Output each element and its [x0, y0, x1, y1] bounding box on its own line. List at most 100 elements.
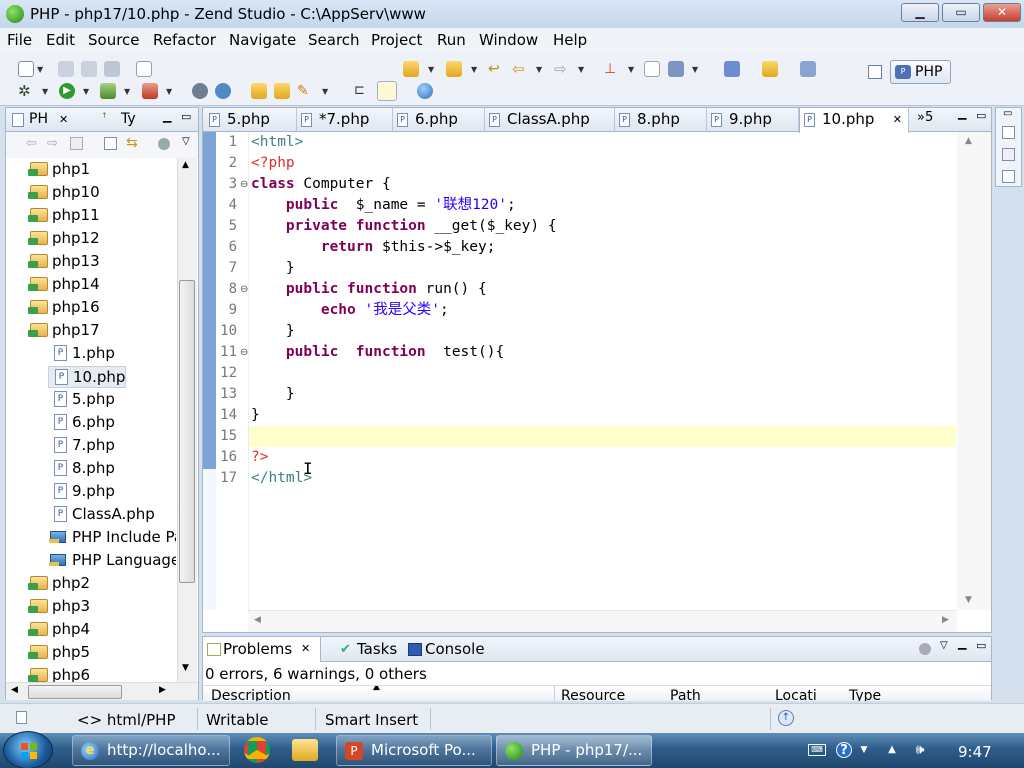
debug-icon[interactable]: ✲	[18, 83, 34, 99]
menu-edit[interactable]: Edit	[46, 31, 75, 49]
chevron-down-icon[interactable]: ▼	[628, 66, 635, 74]
open-browser-icon[interactable]	[668, 61, 684, 77]
print-icon[interactable]	[104, 61, 120, 77]
chevron-down-icon[interactable]: ▼	[124, 88, 131, 96]
chevron-down-icon[interactable]: ▼	[578, 66, 585, 74]
close-icon[interactable]: ✕	[301, 637, 310, 661]
tree-item[interactable]: P 8.php	[48, 458, 176, 480]
blank-page-icon[interactable]	[644, 61, 660, 77]
minimize-view-icon[interactable]: ▁	[163, 110, 171, 123]
taskbar-item-zend[interactable]: PHP - php17/...	[496, 735, 652, 766]
menu-refactor[interactable]: Refactor	[153, 31, 216, 49]
restore-view-icon[interactable]: ▭	[1003, 108, 1012, 119]
code-line[interactable]: public $_name = '联想120';	[249, 195, 956, 216]
explorer-folder-icon[interactable]	[292, 739, 318, 761]
scroll-left-icon[interactable]: ◀	[11, 685, 18, 695]
editor-vertical-scrollbar[interactable]: ▲ ▼	[957, 132, 991, 610]
tree-item[interactable]: php13	[28, 251, 168, 273]
pin-editor-icon[interactable]: ⊥	[604, 61, 620, 77]
close-icon[interactable]: ✕	[59, 113, 68, 126]
editor-tab[interactable]: P 8.php	[615, 108, 707, 132]
tree-item[interactable]: P 10.php	[48, 366, 126, 388]
project-outline-icon[interactable]	[1002, 170, 1015, 183]
column-resource[interactable]: Resource	[561, 688, 625, 701]
maximize-view-icon[interactable]: ▭	[976, 109, 986, 122]
previous-annotation-icon[interactable]	[446, 61, 462, 77]
editor-horizontal-scrollbar[interactable]: ◀ ▶	[248, 610, 957, 632]
scroll-down-icon[interactable]: ▼	[965, 595, 972, 605]
new-file-icon[interactable]	[18, 61, 34, 77]
code-line[interactable]: public function run() {	[249, 279, 956, 300]
tree-horizontal-thumb[interactable]	[28, 685, 122, 699]
column-type[interactable]: Type	[849, 688, 881, 701]
taskbar-item-browser[interactable]: e http://localho...	[72, 735, 230, 766]
editor-tab[interactable]: P ClassA.php	[485, 108, 615, 132]
run-external-icon[interactable]	[100, 83, 116, 99]
tree-item[interactable]: php14	[28, 274, 168, 296]
volume-icon[interactable]: 🕪	[912, 742, 928, 758]
tree-item[interactable]: php16	[28, 297, 168, 319]
code-area[interactable]: <html> <?php class Computer { public $_nam…	[248, 132, 956, 610]
menu-run[interactable]: Run	[437, 31, 466, 49]
tab-overflow[interactable]: »5	[917, 110, 933, 125]
back-icon[interactable]: ⇦	[512, 61, 528, 77]
profile-icon[interactable]	[142, 83, 158, 99]
code-line[interactable]: }	[249, 384, 956, 405]
tree-item[interactable]: P 9.php	[48, 481, 176, 503]
tree-item[interactable]: php10	[28, 182, 168, 204]
code-line[interactable]: echo '我是父类';	[249, 300, 956, 321]
tab-console[interactable]: Console	[405, 637, 485, 662]
tree-scroll-thumb[interactable]	[179, 280, 195, 583]
tree-item[interactable]: P 5.php	[48, 389, 176, 411]
tree-item[interactable]: php6	[28, 665, 168, 682]
scroll-up-icon[interactable]: ▲	[182, 160, 189, 170]
code-line[interactable]: </html>	[249, 468, 956, 489]
chevron-down-icon[interactable]: ▼	[856, 742, 872, 758]
last-edit-icon[interactable]: ↩	[488, 61, 504, 77]
pdt-icon[interactable]	[724, 61, 740, 77]
maximize-button[interactable]: ▭	[942, 3, 980, 22]
scroll-right-icon[interactable]: ▶	[942, 615, 949, 625]
mark-occurrences-icon[interactable]	[377, 81, 397, 101]
navigator-icon[interactable]	[1002, 148, 1015, 161]
code-line[interactable]	[249, 426, 956, 447]
view-menu-icon[interactable]	[158, 138, 170, 150]
open-perspective-icon[interactable]	[868, 65, 882, 79]
tree-item[interactable]: php11	[28, 205, 168, 227]
tree-item[interactable]: php4	[28, 619, 168, 641]
menu-help[interactable]: Help	[553, 31, 587, 49]
chevron-down-icon[interactable]: ▼	[322, 88, 329, 96]
tree-item[interactable]: php2	[28, 573, 168, 595]
next-annotation-icon[interactable]	[403, 61, 419, 77]
close-button[interactable]: ✕	[983, 3, 1021, 22]
editor-tab[interactable]: P 6.php	[393, 108, 485, 132]
menu-file[interactable]: File	[7, 31, 32, 49]
code-line[interactable]: private function __get($_key) {	[249, 216, 956, 237]
taskbar-item-powerpoint[interactable]: P Microsoft Po...	[336, 735, 492, 766]
scroll-left-icon[interactable]: ◀	[254, 615, 261, 625]
up-icon[interactable]	[70, 137, 83, 150]
menu-window[interactable]: Window	[479, 31, 538, 49]
tree-item[interactable]: php3	[28, 596, 168, 618]
menu-project[interactable]: Project	[371, 31, 422, 49]
keyboard-icon[interactable]: ⌨	[808, 744, 826, 756]
code-line[interactable]: ?>	[249, 447, 956, 468]
start-button[interactable]	[3, 731, 53, 768]
server-icon[interactable]	[192, 83, 208, 99]
php-perspective-button[interactable]: P PHP	[890, 60, 951, 84]
view-menu-icon[interactable]	[919, 643, 931, 655]
tree-item[interactable]: P 7.php	[48, 435, 176, 457]
tab-php-explorer[interactable]: PH	[29, 111, 48, 127]
editor-tab[interactable]: P 10.php ✕	[799, 108, 909, 133]
chevron-down-icon[interactable]: ▼	[166, 88, 173, 96]
tree-item[interactable]: P 6.php	[48, 412, 176, 434]
save-all-icon[interactable]	[81, 61, 97, 77]
scroll-right-icon[interactable]: ▶	[159, 685, 166, 695]
chevron-down-icon[interactable]: ▽	[940, 640, 948, 651]
help-icon[interactable]: ?	[836, 742, 852, 758]
forward-icon[interactable]: ⇨	[554, 61, 570, 77]
chevron-down-icon[interactable]: ▼	[692, 66, 699, 74]
maximize-view-icon[interactable]: ▭	[181, 110, 191, 123]
minimize-button[interactable]: ▁	[901, 3, 939, 22]
link-with-editor-icon[interactable]: ⇆	[126, 135, 138, 151]
